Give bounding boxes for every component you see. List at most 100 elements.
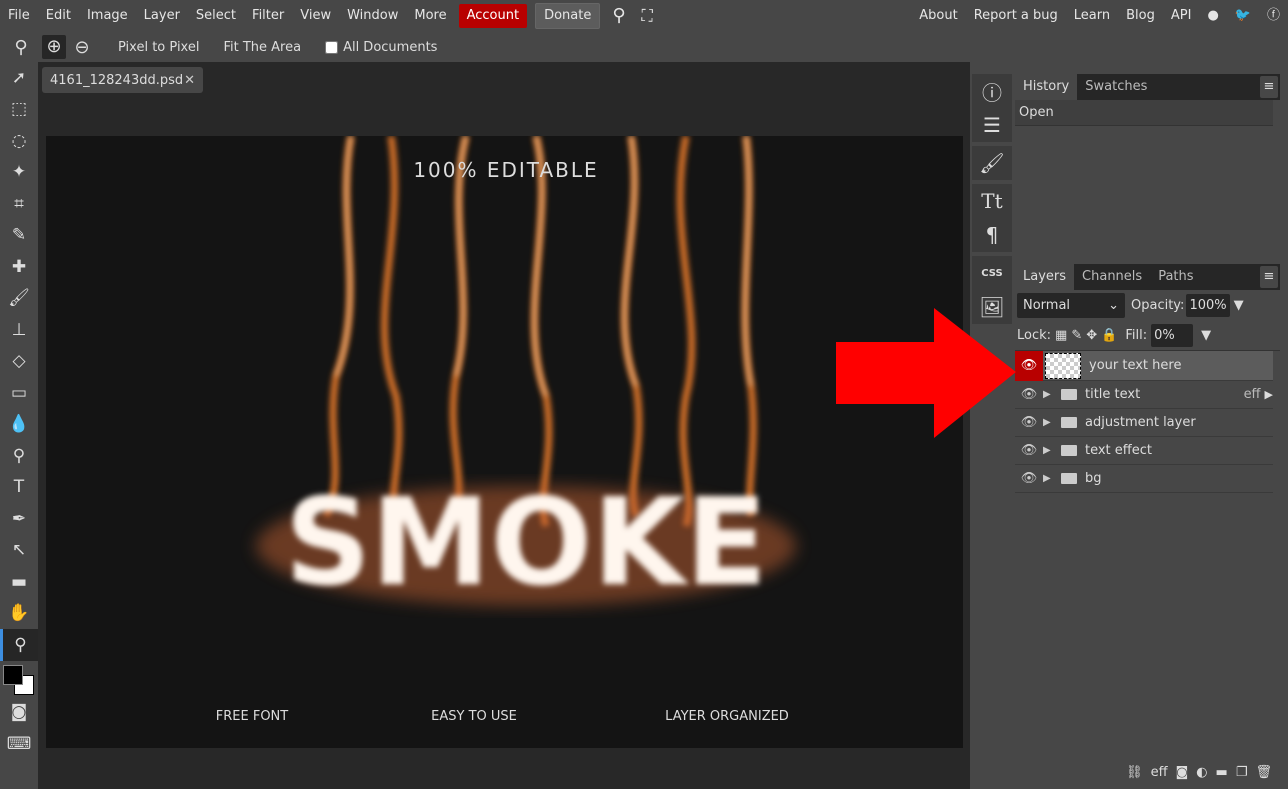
gradient-tool-icon[interactable]: ▭ [0, 377, 38, 409]
document-tab[interactable]: 4161_128243dd.psd ✕ [42, 67, 203, 93]
magic-wand-icon[interactable]: ✦ [0, 157, 38, 189]
tab-swatches[interactable]: Swatches [1077, 74, 1155, 100]
fill-dropdown-icon[interactable]: ▼ [1201, 328, 1211, 343]
adjustment-layer-icon[interactable]: ◐ [1196, 765, 1207, 780]
tab-layers[interactable]: Layers [1015, 264, 1075, 290]
stamp-tool-icon[interactable]: ⊥ [0, 314, 38, 346]
layer-row[interactable]: 👁 ▶ title text eff ▶ [1015, 381, 1273, 409]
opacity-input[interactable]: 100% [1186, 293, 1230, 317]
healing-brush-icon[interactable]: ✚ [0, 251, 38, 283]
keyboard-icon[interactable]: ⌨ [0, 728, 38, 760]
path-select-icon[interactable]: ↖ [0, 535, 38, 567]
expand-triangle-icon[interactable]: ▶ [1043, 389, 1057, 400]
api-link[interactable]: API [1163, 4, 1200, 28]
learn-link[interactable]: Learn [1066, 4, 1118, 28]
new-layer-icon[interactable]: ❐ [1236, 765, 1248, 780]
hand-tool-icon[interactable]: ✋ [0, 598, 38, 630]
blend-mode-select[interactable]: Normal ⌄ [1017, 292, 1125, 318]
all-documents-checkbox[interactable] [325, 40, 339, 54]
layer-effects-badge[interactable]: eff [1244, 387, 1261, 402]
eraser-tool-icon[interactable]: ◇ [0, 346, 38, 378]
dodge-tool-icon[interactable]: ⚲ [0, 440, 38, 472]
layer-name[interactable]: your text here [1089, 358, 1181, 373]
brush-settings-icon[interactable]: 🖌 [979, 146, 1004, 180]
document-canvas[interactable]: SMOKE 100% EDITABLE FREE FONT EASY TO US… [46, 136, 963, 748]
visibility-eye-icon[interactable]: 👁 [1015, 471, 1043, 486]
effects-button[interactable]: eff [1151, 765, 1168, 780]
lock-all-icon[interactable]: 🔒 [1101, 328, 1117, 343]
visibility-eye-icon[interactable]: 👁 [1015, 350, 1043, 381]
layer-row[interactable]: 👁 ▶ adjustment layer [1015, 409, 1273, 437]
layer-name[interactable]: text effect [1085, 443, 1152, 458]
layer-row[interactable]: 👁 ▶ bg [1015, 465, 1273, 493]
menu-filter[interactable]: Filter [244, 4, 292, 28]
css-icon[interactable]: CSS [981, 256, 1002, 290]
blog-link[interactable]: Blog [1118, 4, 1163, 28]
info-icon[interactable]: ⓘ [982, 74, 1002, 108]
link-icon[interactable]: ⛓ [1126, 765, 1143, 780]
layer-name[interactable]: adjustment layer [1085, 415, 1196, 430]
layer-name[interactable]: bg [1085, 471, 1102, 486]
quick-mask-icon[interactable]: ◙ [0, 697, 38, 729]
menu-edit[interactable]: Edit [38, 4, 79, 28]
tab-history[interactable]: History [1015, 74, 1078, 100]
zoom-in-button[interactable]: ⊕ [42, 35, 66, 59]
lock-move-icon[interactable]: ✥ [1086, 328, 1097, 343]
type-tool-icon[interactable]: T [0, 472, 38, 504]
new-folder-icon[interactable]: ▬ [1216, 765, 1228, 780]
zoom-out-button[interactable]: ⊖ [70, 37, 94, 58]
menu-select[interactable]: Select [188, 4, 244, 28]
adjustments-icon[interactable]: ☰ [983, 108, 1001, 142]
donate-button[interactable]: Donate [535, 3, 601, 29]
panel-menu-icon[interactable]: ≡ [1260, 76, 1278, 98]
mask-icon[interactable]: ◙ [1176, 765, 1189, 780]
zoom-tool-active-icon[interactable]: ⚲ [0, 629, 38, 661]
search-icon[interactable]: ⚲ [604, 4, 633, 28]
character-icon[interactable]: Tt [981, 184, 1002, 218]
lasso-tool-icon[interactable]: ◌ [0, 125, 38, 157]
reddit-icon[interactable]: ● [1199, 4, 1226, 28]
brush-tool-icon[interactable]: 🖌 [0, 283, 38, 315]
marquee-tool-icon[interactable]: ⬚ [0, 94, 38, 126]
tab-channels[interactable]: Channels [1074, 264, 1150, 290]
trash-icon[interactable]: 🗑 [1255, 765, 1272, 780]
pixel-to-pixel-button[interactable]: Pixel to Pixel [118, 40, 199, 55]
opacity-dropdown-icon[interactable]: ▼ [1234, 298, 1244, 313]
fit-area-button[interactable]: Fit The Area [223, 40, 301, 55]
shape-tool-icon[interactable]: ▬ [0, 566, 38, 598]
expand-triangle-icon[interactable]: ▶ [1043, 417, 1057, 428]
twitter-icon[interactable]: 🐦 [1227, 4, 1259, 28]
panel-menu-icon[interactable]: ≡ [1260, 266, 1278, 288]
menu-view[interactable]: View [292, 4, 339, 28]
menu-more[interactable]: More [406, 4, 454, 28]
fullscreen-icon[interactable]: ⛶ [634, 4, 661, 28]
close-icon[interactable]: ✕ [184, 73, 195, 88]
about-link[interactable]: About [911, 4, 965, 28]
lock-paint-icon[interactable]: ✎ [1071, 328, 1082, 343]
menu-file[interactable]: File [0, 4, 38, 28]
pen-tool-icon[interactable]: ✒ [0, 503, 38, 535]
tab-paths[interactable]: Paths [1150, 264, 1201, 290]
facebook-icon[interactable]: ⓕ [1259, 4, 1288, 28]
history-item[interactable]: Open [1015, 100, 1273, 126]
menu-layer[interactable]: Layer [136, 4, 188, 28]
visibility-eye-icon[interactable]: 👁 [1015, 387, 1043, 402]
layer-name[interactable]: title text [1085, 387, 1140, 402]
layer-row[interactable]: 👁 ▶ text effect [1015, 437, 1273, 465]
lock-transparency-icon[interactable]: ▦ [1055, 328, 1067, 343]
account-button[interactable]: Account [458, 4, 528, 28]
blur-tool-icon[interactable]: 💧 [0, 409, 38, 441]
color-swatches[interactable] [0, 661, 38, 697]
crop-tool-icon[interactable]: ⌗ [0, 188, 38, 220]
expand-triangle-icon[interactable]: ▶ [1043, 445, 1057, 456]
menu-image[interactable]: Image [79, 4, 136, 28]
fill-input[interactable]: 0% [1151, 323, 1194, 347]
layer-row-selected[interactable]: 👁 your text here [1015, 350, 1273, 381]
visibility-eye-icon[interactable]: 👁 [1015, 443, 1043, 458]
expand-triangle-icon[interactable]: ▶ [1043, 473, 1057, 484]
menu-window[interactable]: Window [339, 4, 406, 28]
visibility-eye-icon[interactable]: 👁 [1015, 415, 1043, 430]
move-tool-icon[interactable]: ➚ [0, 62, 38, 94]
expand-effects-icon[interactable]: ▶ [1265, 388, 1273, 401]
paragraph-icon[interactable]: ¶ [986, 218, 999, 252]
